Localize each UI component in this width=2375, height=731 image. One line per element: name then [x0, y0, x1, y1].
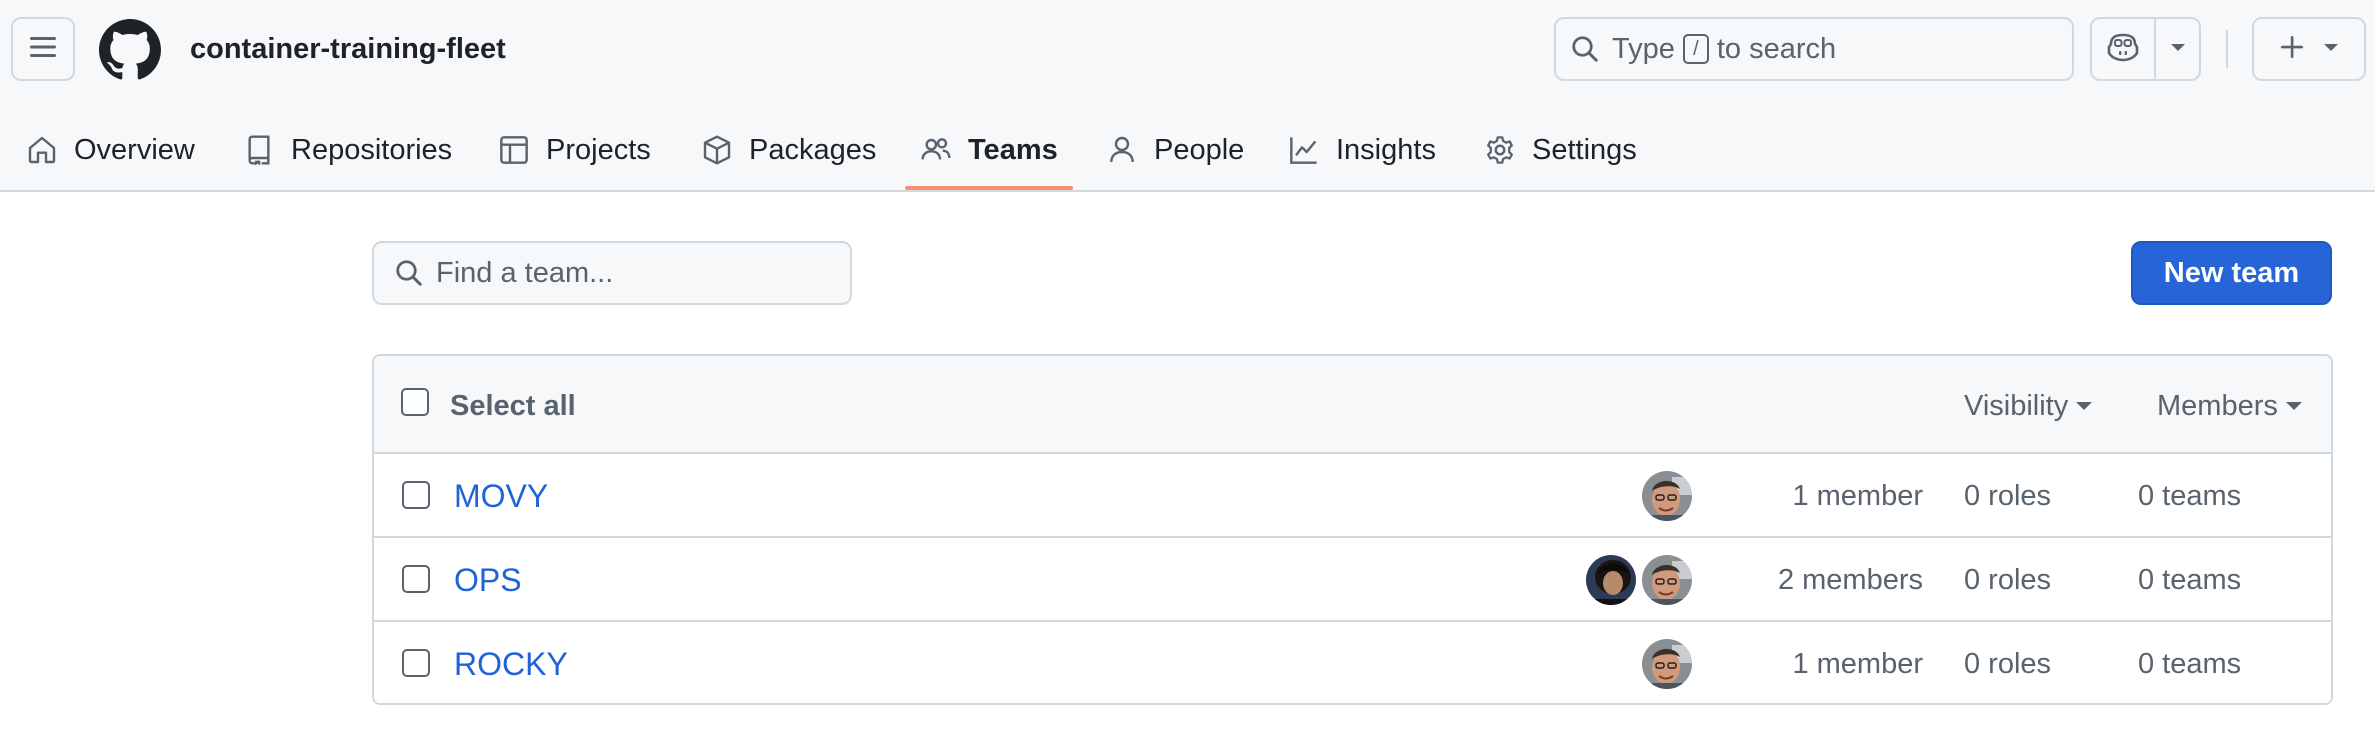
search-icon — [1570, 34, 1600, 64]
copilot-button-group — [2090, 17, 2201, 81]
new-team-button[interactable]: New team — [2131, 241, 2332, 305]
team-subteams-count: 0 teams — [2138, 564, 2242, 596]
tab-label: Settings — [1532, 133, 1637, 166]
team-roles-count: 0 roles — [1964, 564, 2052, 596]
row-checkbox[interactable] — [402, 649, 430, 677]
team-subteams-count: 0 teams — [2138, 480, 2242, 512]
package-icon — [701, 134, 733, 166]
tab-label: Projects — [546, 133, 651, 166]
select-all-checkbox[interactable] — [401, 388, 429, 416]
visibility-filter[interactable]: Visibility — [1964, 386, 2093, 426]
visibility-filter-label: Visibility — [1964, 390, 2069, 422]
org-nav: Overview Repositories Projects Packages … — [0, 110, 2375, 190]
github-logo-icon[interactable] — [99, 19, 161, 81]
search-suffix-text: to search — [1716, 32, 1837, 65]
tab-people[interactable]: People — [1106, 110, 1244, 190]
find-team-input[interactable]: Find a team... — [372, 241, 852, 305]
hamburger-menu-button[interactable] — [11, 17, 75, 81]
copilot-dropdown-button[interactable] — [2156, 19, 2199, 79]
table-row: MOVY 1 member 0 roles 0 teams — [374, 454, 2331, 538]
caret-down-icon — [2285, 402, 2302, 410]
global-search-input[interactable]: Type / to search — [1554, 17, 2074, 81]
search-icon — [394, 258, 424, 288]
team-name-link[interactable]: ROCKY — [454, 644, 568, 684]
tab-label: Packages — [749, 133, 877, 166]
search-prefix-text: Type — [1612, 32, 1675, 65]
triangle-down-icon — [2170, 40, 2186, 58]
table-row: OPS 2 members 0 roles 0 teams — [374, 538, 2331, 622]
tab-label: Insights — [1336, 133, 1436, 166]
copilot-icon — [2106, 32, 2140, 67]
repo-icon — [243, 134, 275, 166]
team-members-count[interactable]: 1 member — [1792, 476, 1923, 516]
members-filter-label: Members — [2157, 390, 2278, 422]
active-tab-indicator — [905, 186, 1073, 190]
people-icon — [920, 134, 952, 166]
caret-down-icon — [2076, 402, 2093, 410]
hamburger-icon — [28, 34, 58, 65]
tab-label: Overview — [74, 133, 195, 166]
plus-icon — [2279, 34, 2305, 65]
tab-overview[interactable]: Overview — [26, 110, 195, 190]
tab-label: Teams — [968, 133, 1058, 166]
graph-icon — [1288, 134, 1320, 166]
avatar[interactable] — [1640, 553, 1694, 607]
teams-table: Select all Visibility Members MOVY 1 mem… — [372, 354, 2333, 705]
team-name-link[interactable]: MOVY — [454, 476, 548, 516]
org-name[interactable]: container-training-fleet — [190, 28, 506, 70]
table-row: ROCKY 1 member 0 roles 0 teams — [374, 622, 2331, 703]
find-team-placeholder: Find a team... — [436, 256, 614, 289]
team-members-count[interactable]: 1 member — [1792, 644, 1923, 684]
tab-label: Repositories — [291, 133, 453, 166]
tab-packages[interactable]: Packages — [701, 110, 876, 190]
search-shortcut-key: / — [1682, 34, 1709, 64]
triangle-down-icon — [2323, 40, 2339, 58]
create-new-button[interactable] — [2252, 17, 2366, 81]
tab-repositories[interactable]: Repositories — [243, 110, 452, 190]
avatar[interactable] — [1640, 637, 1694, 691]
home-icon — [26, 134, 58, 166]
select-all-label: Select all — [450, 390, 576, 422]
members-filter[interactable]: Members — [2157, 386, 2302, 426]
team-name-link[interactable]: OPS — [454, 560, 522, 600]
copilot-button[interactable] — [2092, 19, 2156, 79]
header-divider — [2226, 30, 2228, 68]
tab-settings[interactable]: Settings — [1484, 110, 1637, 190]
teams-table-header: Select all Visibility Members — [374, 356, 2331, 454]
table-icon — [498, 134, 530, 166]
team-subteams-count: 0 teams — [2138, 648, 2242, 680]
row-checkbox[interactable] — [402, 565, 430, 593]
tab-teams[interactable]: Teams — [920, 110, 1058, 190]
avatar[interactable] — [1640, 469, 1694, 523]
gear-icon — [1484, 134, 1516, 166]
tab-label: People — [1154, 133, 1245, 166]
avatar[interactable] — [1584, 553, 1638, 607]
global-header: container-training-fleet Type / to searc… — [0, 0, 2375, 192]
person-icon — [1106, 134, 1138, 166]
tab-insights[interactable]: Insights — [1288, 110, 1436, 190]
team-roles-count: 0 roles — [1964, 480, 2052, 512]
team-roles-count: 0 roles — [1964, 648, 2052, 680]
row-checkbox[interactable] — [402, 481, 430, 509]
team-members-count[interactable]: 2 members — [1778, 560, 1923, 600]
tab-projects[interactable]: Projects — [498, 110, 651, 190]
